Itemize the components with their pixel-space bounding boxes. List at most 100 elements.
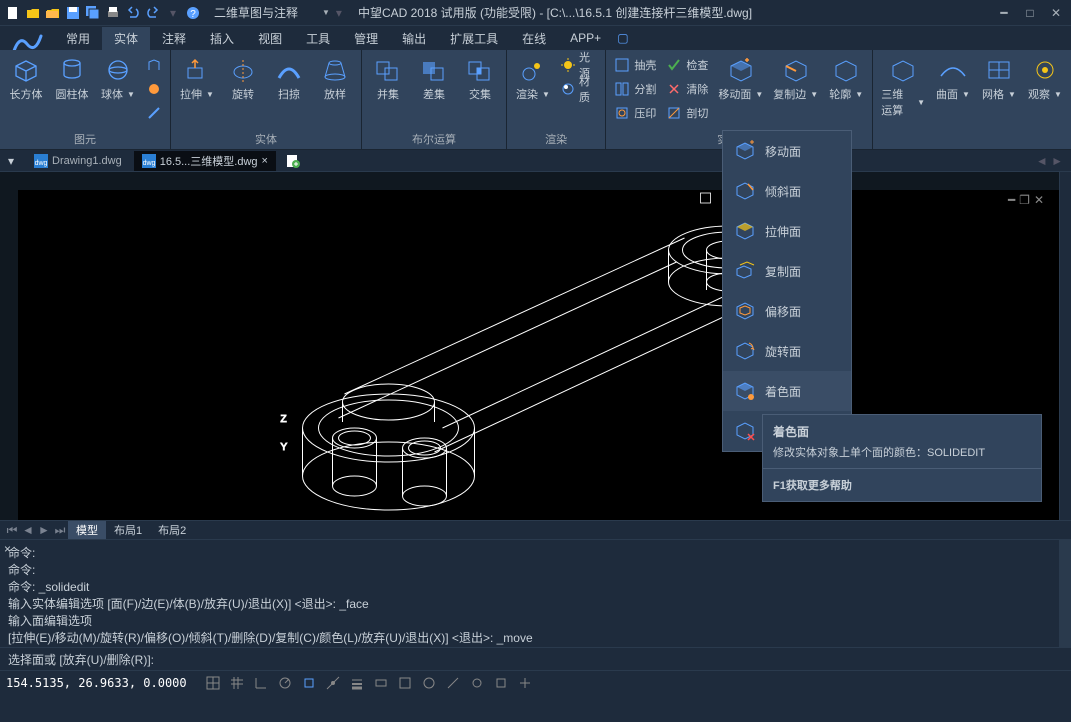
dd-moveface[interactable]: 移动面 [723,131,851,171]
moveface-button[interactable]: 移动面▼ [716,54,765,104]
close-icon[interactable]: ✕ [1045,4,1067,22]
sb-snap-icon[interactable] [203,674,223,692]
cmd-close-icon[interactable]: × [4,542,11,556]
sb-extra1-icon[interactable] [443,674,463,692]
tab-extend[interactable]: 扩展工具 [438,27,510,50]
close-tab-icon[interactable]: × [262,155,268,167]
viewport-scrollbar-v[interactable] [1059,172,1071,520]
qat-open-icon[interactable] [24,4,42,22]
extrudeface-icon [733,219,757,243]
workspace-input[interactable] [210,6,320,20]
union-button[interactable]: 并集 [368,54,408,104]
sb-extra3-icon[interactable] [491,674,511,692]
intersect-button[interactable]: 交集 [460,54,500,104]
copyedge-button[interactable]: 复制边▼ [771,54,820,104]
loft-button[interactable]: 放样 [315,54,355,104]
new-file-tab-icon[interactable] [280,152,306,170]
dd-label: 拉伸面 [765,223,801,240]
sb-polar-icon[interactable] [275,674,295,692]
revolve-button[interactable]: 旋转 [223,54,263,104]
sb-model-icon[interactable] [395,674,415,692]
command-history[interactable]: × 命令: 命令: 命令: _solidedit 输入实体编辑选项 [面(F)/… [0,540,1071,648]
check-button[interactable]: 检查 [664,54,710,76]
tab-output[interactable]: 输出 [390,27,438,50]
workspace-selector[interactable]: ▼ ▾ [210,6,348,20]
tab-annotate[interactable]: 注释 [150,27,198,50]
tab-home[interactable]: 常用 [54,27,102,50]
tab-insert[interactable]: 插入 [198,27,246,50]
qat-print-icon[interactable] [104,4,122,22]
vp-close-icon[interactable]: ✕ [1034,193,1044,207]
layout-tab-2[interactable]: 布局2 [150,521,194,539]
sphere-button[interactable]: 球体▼ [98,54,138,104]
layout-last-icon[interactable]: ⏭ [52,522,68,538]
sb-otrack-icon[interactable] [323,674,343,692]
torus-button[interactable] [144,102,164,124]
layout-next-icon[interactable]: ► [36,522,52,538]
render-button[interactable]: 渲染▼ [513,54,553,104]
tab-app[interactable]: APP+ [558,28,613,48]
dd-colorface[interactable]: 着色面 [723,371,851,411]
layout-tab-1[interactable]: 布局1 [106,521,150,539]
maximize-icon[interactable]: □ [1019,4,1041,22]
dd-taperface[interactable]: 倾斜面 [723,171,851,211]
sb-extra2-icon[interactable] [467,674,487,692]
sb-grid-icon[interactable] [227,674,247,692]
sb-osnap-icon[interactable] [299,674,319,692]
file-tab-active[interactable]: dwg 16.5...三维模型.dwg × [134,151,276,171]
layout-tab-model[interactable]: 模型 [68,521,106,539]
view3d-button[interactable]: 观察▼ [1025,54,1065,104]
vp-minimize-icon[interactable]: ━ [1008,193,1015,207]
clean-button[interactable]: 清除 [664,78,710,100]
file-tab[interactable]: dwg Drawing1.dwg [26,152,130,170]
cmd-scrollbar-v[interactable] [1059,540,1071,647]
sb-extra4-icon[interactable] [515,674,535,692]
polysolid-button[interactable] [144,54,164,76]
3dops-button[interactable]: 三维运算▼ [879,54,927,120]
render-icon [517,56,549,84]
separate-button[interactable]: 分割 [612,78,658,100]
sb-dyn-icon[interactable] [371,674,391,692]
cylinder-button[interactable]: 圆柱体 [52,54,92,104]
slice-button[interactable]: 剖切 [664,102,710,124]
material-button[interactable]: 材质 [559,78,599,100]
sweep-button[interactable]: 扫掠 [269,54,309,104]
layout-prev-icon[interactable]: ◄ [20,522,36,538]
tab-manage[interactable]: 管理 [342,27,390,50]
dd-offsetface[interactable]: 偏移面 [723,291,851,331]
wedge-button[interactable] [144,78,164,100]
qat-saveall-icon[interactable] [84,4,102,22]
tab-online[interactable]: 在线 [510,27,558,50]
qat-redo-icon[interactable] [144,4,162,22]
extrude-button[interactable]: 拉伸▼ [177,54,217,104]
surface-button[interactable]: 曲面▼ [933,54,973,104]
tab-solid[interactable]: 实体 [102,27,150,50]
subtract-button[interactable]: 差集 [414,54,454,104]
tab-add-icon[interactable]: ▢ [617,31,628,45]
tab-view[interactable]: 视图 [246,27,294,50]
qat-folder-icon[interactable] [44,4,62,22]
command-input[interactable] [154,652,1063,666]
dd-copyface[interactable]: 复制面 [723,251,851,291]
tooltip-body: 修改实体对象上单个面的颜色：SOLIDEDIT [763,444,1041,468]
shell-button[interactable]: 抽壳 [612,54,658,76]
minimize-icon[interactable]: ━ [993,4,1015,22]
layout-first-icon[interactable]: ⏮ [4,522,20,538]
qat-help-icon[interactable]: ? [184,4,202,22]
mesh-button[interactable]: 网格▼ [979,54,1019,104]
sb-cycle-icon[interactable] [419,674,439,692]
qat-new-icon[interactable] [4,4,22,22]
dd-extrudeface[interactable]: 拉伸面 [723,211,851,251]
sb-lwt-icon[interactable] [347,674,367,692]
qat-undo-icon[interactable] [124,4,142,22]
dd-rotateface[interactable]: 旋转面 [723,331,851,371]
filetab-scroll-icon[interactable]: ◄ ► [1036,154,1063,168]
imprint-button[interactable]: 压印 [612,102,658,124]
vp-restore-icon[interactable]: ❐ [1019,193,1030,207]
filetab-dropdown-icon[interactable]: ▾ [8,154,22,168]
box-button[interactable]: 长方体 [6,54,46,104]
qat-save-icon[interactable] [64,4,82,22]
tab-tools[interactable]: 工具 [294,27,342,50]
silhouette-button[interactable]: 轮廓▼ [826,54,866,104]
sb-ortho-icon[interactable] [251,674,271,692]
